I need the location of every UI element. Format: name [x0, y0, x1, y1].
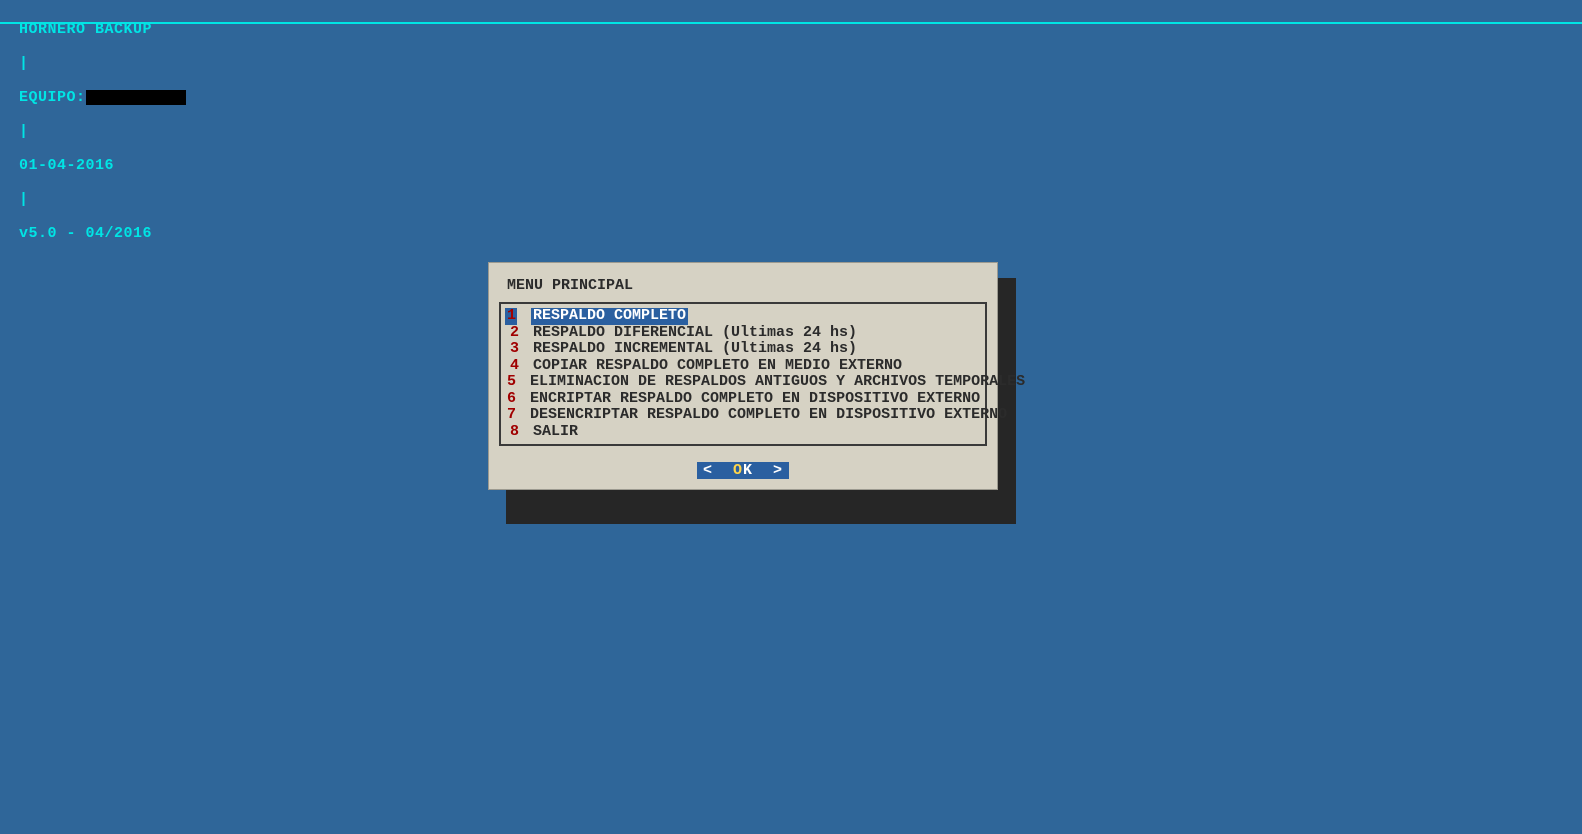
menu-item-number: 2	[507, 325, 519, 342]
menu-item-label: RESPALDO INCREMENTAL (Ultimas 24 hs)	[533, 341, 857, 358]
button-row: < OK >	[499, 462, 987, 479]
separator-icon: |	[19, 191, 29, 208]
dialog-title: MENU PRINCIPAL	[507, 277, 987, 294]
equipo-label: EQUIPO:	[19, 89, 86, 106]
menu-item-2[interactable]: 2 RESPALDO DIFERENCIAL (Ultimas 24 hs)	[507, 325, 979, 342]
menu-item-label: SALIR	[533, 424, 578, 441]
menu-item-6[interactable]: 6 ENCRIPTAR RESPALDO COMPLETO EN DISPOSIT…	[507, 391, 979, 408]
equipo-value	[86, 90, 186, 105]
menu-item-7[interactable]: 7DESENCRIPTAR RESPALDO COMPLETO EN DISPO…	[507, 407, 979, 424]
menu-item-8[interactable]: 8 SALIR	[507, 424, 979, 441]
menu-item-4[interactable]: 4 COPIAR RESPALDO COMPLETO EN MEDIO EXTER…	[507, 358, 979, 375]
menu-item-number: 8	[507, 424, 519, 441]
menu-item-label: RESPALDO DIFERENCIAL (Ultimas 24 hs)	[533, 325, 857, 342]
menu-item-number: 7	[507, 407, 516, 424]
menu-item-label: DESENCRIPTAR RESPALDO COMPLETO EN DISPOS…	[530, 407, 1007, 424]
version-label: v5.0 - 04/2016	[19, 225, 152, 242]
menu-item-number: 5	[507, 374, 516, 391]
menu-item-label: ENCRIPTAR RESPALDO COMPLETO EN DISPOSITI…	[530, 391, 980, 408]
ok-button[interactable]: < OK >	[697, 462, 789, 479]
menu-item-number: 6	[507, 391, 516, 408]
date-label: 01-04-2016	[19, 157, 114, 174]
menu-item-number: 3	[507, 341, 519, 358]
menu-item-number: 4	[507, 358, 519, 375]
menu-item-label: COPIAR RESPALDO COMPLETO EN MEDIO EXTERN…	[533, 358, 902, 375]
menu-item-3[interactable]: 3 RESPALDO INCREMENTAL (Ultimas 24 hs)	[507, 341, 979, 358]
main-menu-dialog: MENU PRINCIPAL 1 RESPALDO COMPLETO 2 RESPAL…	[488, 262, 998, 490]
horizontal-rule	[0, 22, 1582, 24]
menu-listbox[interactable]: 1 RESPALDO COMPLETO 2 RESPALDO DIFERENCIAL …	[499, 302, 987, 446]
menu-item-label: RESPALDO COMPLETO	[531, 308, 688, 325]
menu-item-number: 1	[505, 308, 517, 325]
menu-item-5[interactable]: 5ELIMINACION DE RESPALDOS ANTIGUOS Y ARC…	[507, 374, 979, 391]
separator-icon: |	[19, 123, 29, 140]
menu-item-label: ELIMINACION DE RESPALDOS ANTIGUOS Y ARCH…	[530, 374, 1025, 391]
top-status-bar: HORNERO BACKUP | EQUIPO: | 01-04-2016 | …	[0, 4, 1582, 242]
separator-icon: |	[19, 55, 29, 72]
menu-item-1[interactable]: 1 RESPALDO COMPLETO	[507, 308, 979, 325]
ok-hotkey: O	[733, 462, 743, 479]
